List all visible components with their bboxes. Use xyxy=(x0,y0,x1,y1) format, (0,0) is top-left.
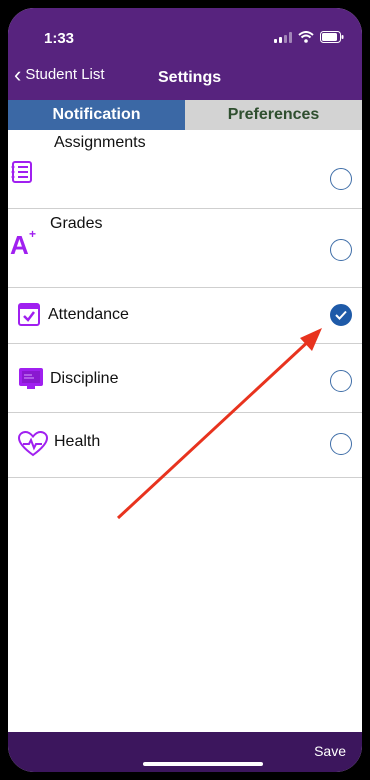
annotation-arrow xyxy=(116,328,322,520)
home-indicator xyxy=(143,762,263,766)
phone-screen: 1:33 ‹ Student List Settings Notificatio… xyxy=(8,8,362,772)
save-button[interactable]: Save xyxy=(314,743,346,759)
bottom-bar: Save xyxy=(8,732,362,772)
